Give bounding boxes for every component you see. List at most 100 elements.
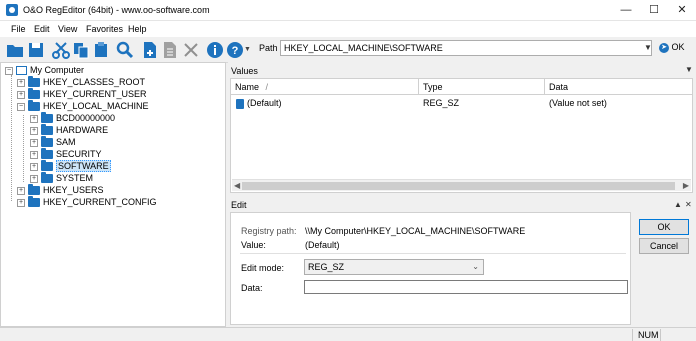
data-input[interactable] bbox=[304, 280, 628, 294]
path-label: Path bbox=[259, 43, 278, 53]
cancel-button[interactable]: Cancel bbox=[639, 238, 689, 254]
menu-file[interactable]: File bbox=[11, 24, 26, 34]
folder-icon bbox=[41, 124, 53, 136]
folder-icon bbox=[41, 160, 53, 172]
cut-icon[interactable] bbox=[52, 41, 70, 59]
string-value-icon bbox=[236, 98, 244, 109]
delete-icon[interactable] bbox=[182, 41, 200, 59]
folder-icon bbox=[28, 100, 40, 112]
scrollbar-thumb[interactable] bbox=[242, 182, 675, 190]
tree-item-bcd00000000[interactable]: + BCD00000000 bbox=[30, 112, 115, 124]
menu-favorites[interactable]: Favorites bbox=[86, 24, 123, 34]
help-icon[interactable]: ? bbox=[226, 41, 244, 59]
tree-item-hkey-current-user[interactable]: + HKEY_CURRENT_USER bbox=[17, 88, 147, 100]
copy-icon[interactable] bbox=[72, 41, 90, 59]
menu-view[interactable]: View bbox=[58, 24, 77, 34]
minimize-icon[interactable]: — bbox=[612, 0, 640, 20]
column-header-type[interactable]: Type bbox=[419, 79, 545, 95]
scroll-right-icon[interactable]: ▶ bbox=[683, 181, 689, 190]
pin-icon[interactable]: ▼ bbox=[685, 65, 693, 74]
close-icon[interactable]: ✕ bbox=[668, 0, 696, 20]
chevron-down-icon: ⌄ bbox=[472, 262, 479, 271]
folder-icon bbox=[28, 76, 40, 88]
expand-icon[interactable]: + bbox=[17, 90, 25, 99]
pin-icon[interactable]: ▲ bbox=[674, 200, 682, 209]
close-pane-icon[interactable]: ✕ bbox=[685, 200, 692, 209]
registry-path-label: Registry path: bbox=[241, 226, 297, 236]
folder-icon bbox=[41, 148, 53, 160]
folder-icon bbox=[41, 112, 53, 124]
expand-icon[interactable]: + bbox=[30, 114, 38, 123]
svg-text:?: ? bbox=[232, 45, 239, 57]
num-lock-indicator: NUM bbox=[638, 330, 659, 340]
tree-item-hkey-current-config[interactable]: + HKEY_CURRENT_CONFIG bbox=[17, 196, 157, 208]
folder-icon bbox=[28, 196, 40, 208]
go-button[interactable]: ➤ OK bbox=[659, 42, 685, 53]
window-title: O&O RegEditor (64bit) - www.oo-software.… bbox=[23, 5, 210, 15]
value-label: Value: bbox=[241, 240, 266, 250]
info-icon[interactable] bbox=[206, 41, 224, 59]
column-header-name[interactable]: Name / bbox=[231, 79, 419, 95]
status-bar: NUM bbox=[0, 327, 696, 341]
scroll-left-icon[interactable]: ◀ bbox=[234, 181, 240, 190]
expand-icon[interactable]: + bbox=[30, 150, 38, 159]
tree-item-sam[interactable]: + SAM bbox=[30, 136, 76, 148]
save-icon[interactable] bbox=[27, 41, 45, 59]
go-arrow-icon: ➤ bbox=[659, 42, 669, 53]
tree-item-hardware[interactable]: + HARDWARE bbox=[30, 124, 108, 136]
tree-item-system[interactable]: + SYSTEM bbox=[30, 172, 93, 184]
edit-mode-select[interactable]: REG_SZ ⌄ bbox=[304, 259, 484, 275]
registry-path-value: \\My Computer\HKEY_LOCAL_MACHINE\SOFTWAR… bbox=[305, 226, 526, 236]
path-input[interactable]: HKEY_LOCAL_MACHINE\SOFTWARE bbox=[280, 40, 652, 56]
horizontal-scrollbar[interactable]: ◀ ▶ bbox=[232, 179, 691, 191]
tree-item-hkey-classes-root[interactable]: + HKEY_CLASSES_ROOT bbox=[17, 76, 145, 88]
expand-icon[interactable]: + bbox=[17, 78, 25, 87]
menu-edit[interactable]: Edit bbox=[34, 24, 50, 34]
divider bbox=[240, 253, 626, 254]
open-folder-icon[interactable] bbox=[6, 41, 24, 59]
new-key-icon[interactable] bbox=[141, 41, 159, 59]
expand-icon[interactable]: + bbox=[30, 174, 38, 183]
computer-icon bbox=[16, 66, 27, 76]
tree-item-hkey-local-machine[interactable]: − HKEY_LOCAL_MACHINE bbox=[17, 100, 149, 112]
menu-help[interactable]: Help bbox=[128, 24, 147, 34]
table-row[interactable]: (Default) bbox=[232, 97, 419, 109]
sort-indicator-icon: / bbox=[265, 82, 269, 92]
expand-icon[interactable]: + bbox=[30, 162, 38, 171]
expand-icon[interactable]: + bbox=[30, 126, 38, 135]
collapse-icon[interactable]: − bbox=[5, 66, 13, 75]
expand-icon[interactable]: + bbox=[17, 198, 25, 207]
tree-item-security[interactable]: + SECURITY bbox=[30, 148, 102, 160]
edit-mode-label: Edit mode: bbox=[241, 263, 285, 273]
ok-button[interactable]: OK bbox=[639, 219, 689, 235]
collapse-icon[interactable]: − bbox=[17, 102, 25, 111]
app-icon bbox=[6, 4, 18, 16]
value-name: (Default) bbox=[305, 240, 340, 250]
folder-icon bbox=[41, 136, 53, 148]
tree-item-hkey-users[interactable]: + HKEY_USERS bbox=[17, 184, 104, 196]
selected-key-label: SOFTWARE bbox=[56, 160, 111, 172]
path-dropdown-icon[interactable]: ▼ bbox=[644, 43, 652, 52]
expand-icon[interactable]: + bbox=[17, 186, 25, 195]
values-table[interactable]: Name / Type Data (Default) REG_SZ (Value… bbox=[230, 78, 693, 193]
paste-icon[interactable] bbox=[92, 41, 110, 59]
data-label: Data: bbox=[241, 283, 263, 293]
maximize-icon[interactable]: ☐ bbox=[640, 0, 668, 20]
go-label: OK bbox=[671, 42, 685, 52]
title-bar: O&O RegEditor (64bit) - www.oo-software.… bbox=[0, 0, 696, 21]
table-cell-data: (Value not set) bbox=[549, 98, 607, 108]
registry-tree[interactable]: − My Computer + HKEY_CLASSES_ROOT + HKEY_CU… bbox=[0, 62, 226, 327]
folder-icon bbox=[41, 172, 53, 184]
folder-icon bbox=[28, 184, 40, 196]
edit-title: Edit bbox=[231, 200, 247, 210]
column-header-data[interactable]: Data bbox=[545, 79, 692, 95]
folder-icon bbox=[28, 88, 40, 100]
properties-icon[interactable] bbox=[161, 41, 179, 59]
tree-item-my-computer[interactable]: − My Computer bbox=[5, 64, 84, 76]
tree-item-software[interactable]: + SOFTWARE bbox=[30, 160, 111, 172]
menu-bar: File Edit View Favorites Help bbox=[0, 21, 696, 37]
table-cell-type: REG_SZ bbox=[423, 98, 460, 108]
values-title: Values bbox=[231, 66, 258, 76]
search-icon[interactable] bbox=[116, 41, 134, 59]
expand-icon[interactable]: + bbox=[30, 138, 38, 147]
